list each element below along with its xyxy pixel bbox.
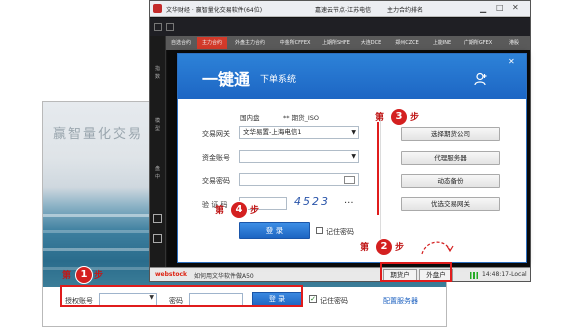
toolbar-icon[interactable] — [154, 23, 162, 31]
market-domestic-label[interactable]: 国内盘 — [240, 112, 260, 122]
tab-shfe[interactable]: 上期所SHFE — [318, 37, 354, 49]
status-news-text[interactable]: 如何用文华软件做A50 — [194, 271, 254, 280]
step-prefix: 第 — [360, 243, 370, 253]
config-server-link[interactable]: 配置服务器 — [383, 296, 418, 306]
minimize-icon[interactable]: ▁ — [480, 4, 486, 13]
status-brand: webstock — [155, 271, 188, 278]
tab-main-contracts[interactable]: 主力合约 — [197, 37, 227, 49]
step-number-badge: 2 — [375, 238, 393, 256]
captcha-refresh[interactable]: ... — [344, 195, 354, 206]
select-broker-button[interactable]: 选择期货公司 — [401, 127, 500, 141]
side-tab-label[interactable]: 指 — [151, 66, 164, 73]
step-number-badge: 3 — [390, 108, 408, 126]
keyboard-icon[interactable] — [344, 176, 355, 184]
step-3-highlight — [377, 122, 380, 215]
step-3-callout: 第 3 步 — [375, 108, 435, 126]
toolbar — [150, 18, 530, 36]
signal-icon — [470, 272, 478, 279]
step-number-badge: 4 — [230, 201, 248, 219]
captcha-image[interactable]: 4523 — [294, 195, 330, 208]
add-user-icon[interactable] — [474, 72, 488, 86]
step-1-callout: 第 1 步 — [62, 266, 122, 284]
close-icon[interactable]: ✕ — [508, 57, 515, 66]
dynamic-backup-button[interactable]: 动态备份 — [401, 174, 500, 188]
dialog-subtitle: 下单系统 — [260, 75, 297, 85]
tab-foreign-main[interactable]: 外盘主力合约 — [228, 37, 272, 49]
chevron-down-icon: ▼ — [351, 153, 356, 160]
status-clock: 14:48:17-Local — [482, 271, 527, 278]
dialog-login-button[interactable]: 登 录 — [239, 222, 310, 239]
title-bar: 文华财经 · 赢智量化交易软件(64位) 嘉速云节点-江苏电信 主力合约排名 ▁… — [150, 1, 530, 17]
side-tab-label[interactable]: 数 — [151, 74, 164, 81]
tab-hk-stocks[interactable]: 港股 — [499, 37, 529, 49]
proxy-server-button[interactable]: 代理服务器 — [401, 151, 500, 165]
step-suffix: 步 — [410, 113, 420, 123]
side-tab-label[interactable]: 中 — [151, 174, 164, 181]
side-tool-icon[interactable] — [153, 214, 162, 223]
side-tab-label[interactable]: 模 — [151, 118, 164, 125]
gateway-select-value: 文华易置-上海电信1 — [243, 128, 302, 136]
app-logo-icon — [153, 4, 162, 13]
gateway-label: 交易网关 — [202, 130, 230, 138]
tab-watchlist[interactable]: 自选合约 — [166, 37, 196, 49]
toolbar-icon[interactable] — [166, 23, 174, 31]
curved-arrow-icon — [421, 241, 454, 255]
market-other-label[interactable]: ** 期货_ISO — [283, 112, 319, 122]
step-2-callout: 第 2 步 — [360, 238, 420, 256]
one-click-order-dialog: 一键通 下单系统 ✕ 国内盘 ** 期货_ISO 交易网关 文华易置-上海电信1… — [177, 53, 527, 263]
side-tool-icon[interactable] — [153, 234, 162, 243]
tab-cffex[interactable]: 中金所CFFEX — [273, 37, 317, 49]
dialog-title: 一键通 — [202, 70, 251, 89]
window-title: 文华财经 · 赢智量化交易软件(64位) — [166, 7, 263, 14]
status-bar: webstock 如何用文华软件做A50 期货户 外盘户 14:48:17-Lo… — [150, 267, 530, 281]
tab-ine[interactable]: 上能INE — [427, 37, 457, 49]
password-input[interactable] — [239, 173, 359, 186]
tab-dce[interactable]: 大连DCE — [355, 37, 387, 49]
step-2-highlight — [380, 262, 452, 282]
tab-czce[interactable]: 郑州CZCE — [388, 37, 426, 49]
side-tab-label[interactable]: 盘 — [151, 166, 164, 173]
step-number-badge: 1 — [75, 266, 93, 284]
account-select[interactable]: ▼ — [239, 150, 359, 163]
maximize-icon[interactable]: □ — [496, 3, 504, 12]
window-title-server: 嘉速云节点-江苏电信 — [315, 7, 372, 14]
step-4-callout: 第 4 步 — [215, 201, 275, 219]
dialog-divider — [380, 116, 381, 246]
preferred-gateway-button[interactable]: 优选交易网关 — [401, 197, 500, 211]
step-suffix: 步 — [250, 206, 260, 216]
step-prefix: 第 — [62, 271, 72, 281]
window-title-rank: 主力合约排名 — [387, 7, 424, 14]
account-label: 资金账号 — [202, 154, 230, 162]
close-icon[interactable]: ✕ — [512, 3, 519, 12]
left-side-tabs: 指 数 模 型 盘 中 — [150, 36, 166, 268]
step-suffix: 步 — [94, 271, 104, 281]
tab-gfex[interactable]: 广期所GFEX — [458, 37, 498, 49]
dialog-header: 一键通 下单系统 ✕ — [178, 54, 526, 99]
gateway-select[interactable]: 文华易置-上海电信1 ▼ — [239, 126, 359, 139]
step-suffix: 步 — [395, 243, 405, 253]
password-label: 交易密码 — [202, 177, 230, 185]
remember-checkbox[interactable] — [316, 227, 323, 234]
market-tabs: 自选合约 主力合约 外盘主力合约 中金所CFFEX 上期所SHFE 大连DCE … — [166, 36, 530, 50]
chevron-down-icon: ▼ — [351, 129, 356, 136]
remember-label: 记住密码 — [326, 228, 354, 236]
auth-remember-label: 记住密码 — [320, 297, 348, 305]
step-prefix: 第 — [215, 206, 225, 216]
background-brand-text: 赢智量化交易 — [53, 127, 144, 142]
side-tab-label[interactable]: 型 — [151, 126, 164, 133]
step-1-highlight — [60, 285, 303, 307]
auth-remember-checkbox[interactable]: ✓ — [309, 295, 317, 303]
